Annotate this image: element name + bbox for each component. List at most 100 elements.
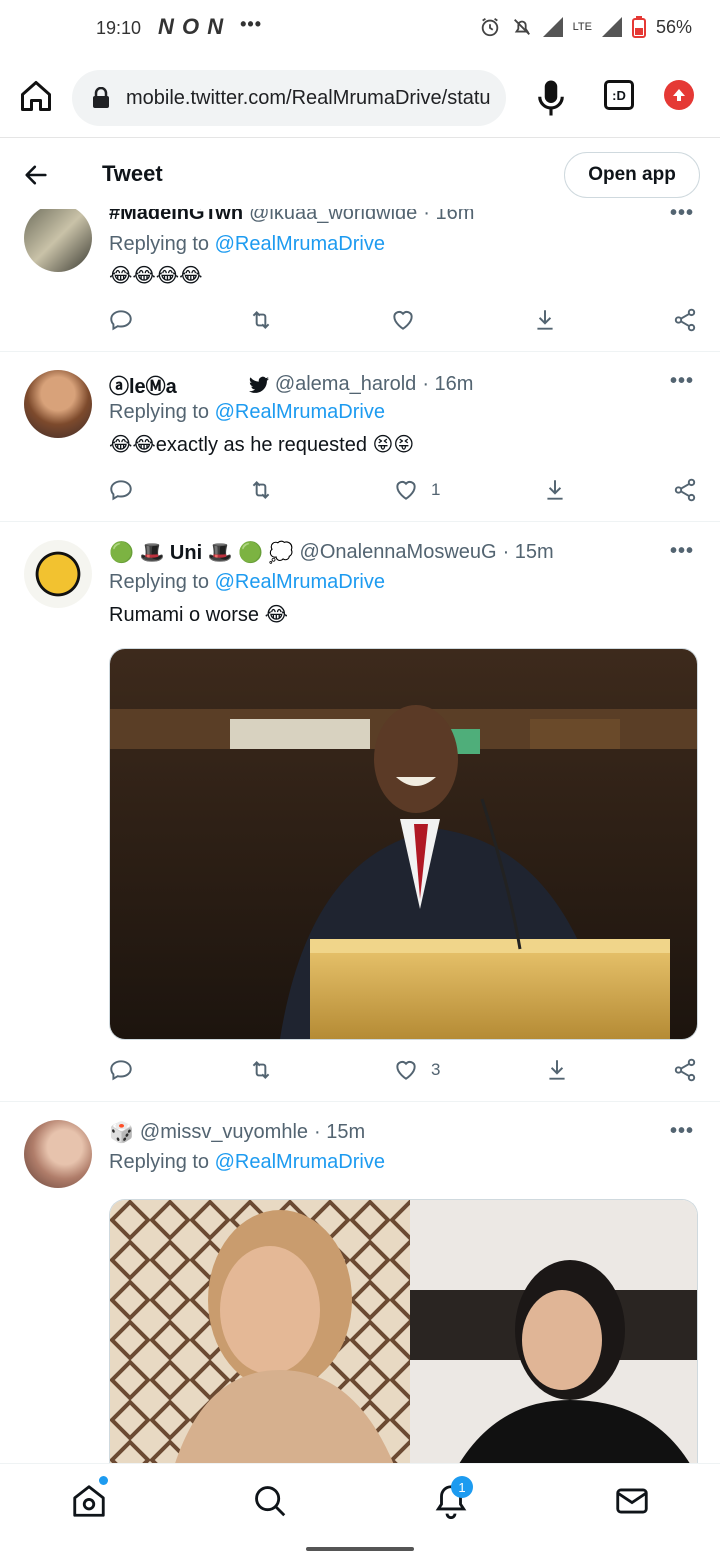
tweet-meta: ⓐleⓂa @alema_harold · 16m — [109, 370, 473, 399]
retweet-button[interactable] — [248, 307, 274, 333]
more-options-button[interactable]: ••• — [670, 1120, 694, 1143]
share-icon — [674, 308, 696, 332]
open-app-button[interactable]: Open app — [564, 152, 700, 198]
tweet-image[interactable] — [109, 1199, 698, 1479]
address-bar[interactable]: mobile.twitter.com/RealMrumaDrive/statu — [72, 70, 506, 126]
more-options-button[interactable]: ••• — [670, 540, 694, 563]
replying-label: Replying to — [109, 233, 210, 255]
mention-link[interactable]: @RealMrumaDrive — [215, 1151, 385, 1173]
tweet-actions: 1 — [108, 477, 700, 507]
mention-link[interactable]: @RealMrumaDrive — [215, 571, 385, 593]
reply-button[interactable] — [108, 1057, 134, 1083]
tweet-1[interactable]: #MadeInGTwn @ikuaa_worldwide · 16m ••• R… — [0, 190, 720, 352]
tweet-time[interactable]: · 16m — [422, 373, 473, 396]
tweet-image[interactable] — [109, 648, 698, 1040]
more-options-button[interactable]: ••• — [670, 370, 694, 393]
replying-label: Replying to — [109, 571, 210, 593]
mention-link[interactable]: @RealMrumaDrive — [215, 233, 385, 255]
battery-icon — [631, 16, 646, 38]
tweet-time[interactable]: · 15m — [314, 1121, 365, 1144]
tweet-header: Tweet Open app — [0, 139, 720, 209]
app-icons-text: N O N — [158, 14, 225, 39]
browser-home-button[interactable] — [18, 78, 58, 118]
tweet-meta: 🟢 🎩 Uni 🎩 🟢 💭 @OnalennaMosweuG · 15m — [109, 540, 554, 565]
replying-label: Replying to — [109, 401, 210, 423]
download-button[interactable] — [542, 477, 568, 503]
reply-button[interactable] — [108, 307, 134, 333]
update-button[interactable] — [664, 80, 694, 110]
avatar[interactable] — [24, 370, 92, 438]
battery-percent: 56% — [655, 16, 692, 37]
tweet-text: 😂😂exactly as he requested 😝😝 — [109, 434, 415, 456]
reply-icon — [110, 310, 132, 331]
author-handle[interactable]: @alema_harold — [275, 373, 417, 396]
tweet-text: 😂😂😂😂 — [109, 265, 203, 287]
retweet-button[interactable] — [248, 477, 274, 503]
signal-icon-2 — [601, 17, 622, 37]
voice-search-button[interactable] — [536, 78, 566, 118]
nav-search[interactable] — [251, 1482, 289, 1520]
download-button[interactable] — [544, 1057, 570, 1083]
reply-icon — [110, 1060, 132, 1081]
parliament-photo — [110, 649, 697, 1039]
download-button[interactable] — [532, 307, 558, 333]
network-type: LTE — [572, 21, 592, 33]
tweet-2[interactable]: ⓐleⓂa @alema_harold · 16m ••• Replying t… — [0, 352, 720, 522]
author-name[interactable]: ⓐleⓂa — [109, 370, 177, 399]
retweet-icon — [252, 481, 270, 499]
tweet-3[interactable]: 🟢 🎩 Uni 🎩 🟢 💭 @OnalennaMosweuG · 15m •••… — [0, 522, 720, 1102]
share-icon — [674, 478, 696, 502]
nav-messages[interactable] — [613, 1482, 651, 1520]
replying-to: Replying to @RealMrumaDrive — [109, 401, 385, 424]
notifications-badge: 1 — [451, 1476, 473, 1498]
like-button[interactable]: 3 — [393, 1057, 440, 1083]
mute-icon — [513, 19, 530, 35]
share-button[interactable] — [672, 307, 698, 333]
heart-icon — [396, 480, 416, 500]
arrow-up-icon — [673, 89, 685, 101]
share-button[interactable] — [672, 1057, 698, 1083]
mention-link[interactable]: @RealMrumaDrive — [215, 401, 385, 423]
microphone-icon — [538, 80, 564, 116]
home-new-dot — [99, 1476, 108, 1485]
retweet-icon — [252, 1061, 270, 1079]
status-time: 19:10 — [96, 18, 142, 38]
like-button[interactable] — [390, 307, 428, 333]
tab-switcher-button[interactable]: :D — [604, 80, 634, 110]
replying-to: Replying to @RealMrumaDrive — [109, 233, 385, 256]
avatar[interactable] — [24, 540, 92, 608]
retweet-icon — [252, 311, 270, 329]
notification-app-icons: N O N ••• — [158, 14, 262, 40]
author-handle[interactable]: @OnalennaMosweuG — [300, 541, 497, 564]
author-handle[interactable]: @missv_vuyomhle — [140, 1121, 308, 1144]
gesture-bar[interactable] — [306, 1547, 414, 1551]
retweet-button[interactable] — [248, 1057, 274, 1083]
heart-icon — [393, 310, 413, 330]
reply-button[interactable] — [108, 477, 134, 503]
share-button[interactable] — [672, 477, 698, 503]
author-name[interactable]: 🟢 🎩 Uni 🎩 🟢 💭 — [109, 540, 294, 565]
download-icon — [547, 480, 563, 500]
tweet-text: Rumami o worse 😂 — [109, 604, 288, 626]
search-icon — [255, 1486, 286, 1517]
replying-to: Replying to @RealMrumaDrive — [109, 1151, 385, 1174]
tweet-actions: 3 — [108, 1057, 700, 1087]
nav-home[interactable] — [70, 1482, 108, 1520]
tweet-meta: 🎲 @missv_vuyomhle · 15m — [109, 1120, 365, 1145]
status-more-icon: ••• — [240, 14, 263, 34]
avatar[interactable] — [24, 1120, 92, 1188]
like-button[interactable]: 1 — [393, 477, 440, 503]
author-name[interactable]: 🎲 — [109, 1120, 134, 1145]
bottom-navigation: 1 — [0, 1463, 720, 1537]
replying-label: Replying to — [109, 1151, 210, 1173]
tweet-actions — [108, 307, 700, 337]
avatar[interactable] — [24, 204, 92, 272]
back-arrow-icon — [25, 165, 47, 185]
tweet-4[interactable]: 🎲 @missv_vuyomhle · 15m ••• Replying to … — [0, 1102, 720, 1479]
back-button[interactable] — [22, 161, 50, 189]
laughing-women-photo — [110, 1200, 697, 1479]
like-count: 1 — [431, 480, 441, 499]
download-icon — [537, 310, 553, 330]
tweet-time[interactable]: · 15m — [503, 541, 554, 564]
home-icon — [73, 1485, 105, 1517]
